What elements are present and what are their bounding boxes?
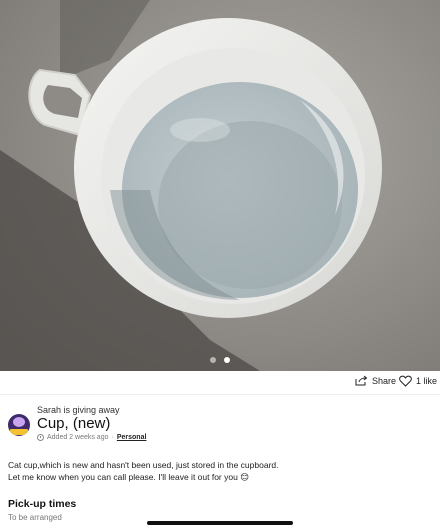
carousel-dot-2-active[interactable]	[224, 357, 230, 363]
like-button[interactable]: 1 like	[399, 375, 437, 387]
description-line-2: Let me know when you can call please. I'…	[8, 471, 308, 483]
clock-icon	[37, 434, 44, 441]
carousel-dot-1[interactable]	[210, 357, 216, 363]
giver-text[interactable]: Sarah is giving away	[37, 405, 120, 415]
description-line-1: Cat cup,which is new and hasn't been use…	[8, 460, 279, 470]
smile-emoji: 😊	[240, 472, 250, 482]
pickup-heading: Pick-up times	[8, 498, 77, 510]
cup-photo-image	[0, 0, 440, 371]
avatar-badge	[10, 429, 28, 435]
share-icon	[355, 375, 368, 386]
share-label: Share	[372, 375, 397, 386]
action-bar: Share 1 like	[0, 371, 440, 395]
heart-icon	[399, 375, 412, 387]
carousel-dots[interactable]	[0, 357, 440, 363]
home-indicator[interactable]	[147, 521, 293, 525]
listing-title: Cup, (new)	[37, 415, 111, 432]
meta-separator: ·	[111, 434, 114, 441]
category-link[interactable]: Personal	[117, 434, 147, 441]
share-button[interactable]: Share	[355, 375, 396, 386]
avatar[interactable]	[8, 414, 30, 436]
added-time: Added 2 weeks ago	[47, 434, 109, 441]
listing-photo[interactable]	[0, 0, 440, 371]
pickup-value: To be arranged	[8, 513, 62, 522]
listing-description: Cat cup,which is new and hasn't been use…	[8, 459, 308, 483]
description-line-2-text: Let me know when you can call please. I'…	[8, 472, 238, 482]
like-count: 1 like	[416, 376, 438, 386]
avatar-face	[13, 417, 25, 427]
listing-meta: Added 2 weeks ago · Personal	[37, 434, 146, 441]
